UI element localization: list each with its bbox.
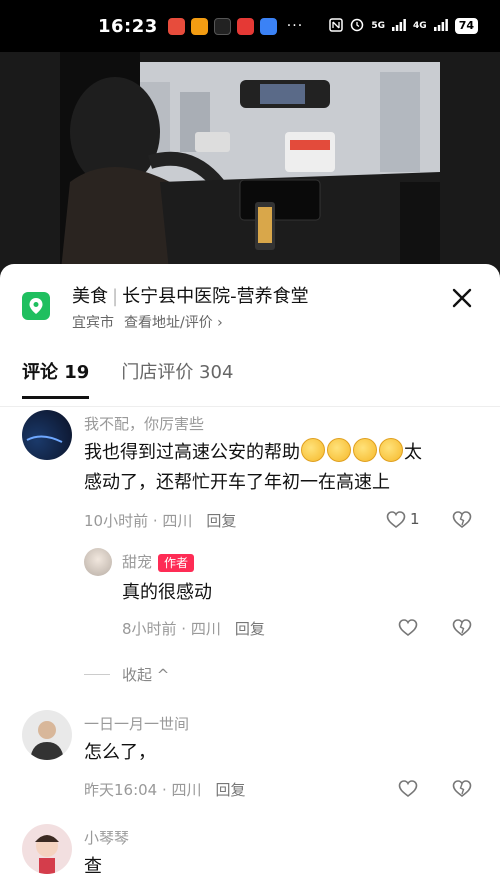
video-player[interactable] — [0, 52, 500, 280]
poi-subtitle: 宜宾市 查看地址/评价 › — [72, 312, 309, 332]
avatar[interactable] — [22, 824, 72, 874]
comment-meta: 昨天16:04 · 四川 回复 — [84, 779, 246, 800]
close-button[interactable] — [450, 286, 474, 310]
dislike-icon[interactable] — [452, 510, 472, 530]
signal-bars-icon — [392, 18, 406, 34]
comment-username: 甜宠 作者 — [122, 551, 195, 572]
signal-4g-icon: 4G — [413, 21, 427, 31]
video-frame — [0, 52, 500, 280]
like-heart-icon[interactable] — [398, 779, 418, 799]
poi-text: 美食 | 长宁县中医院-营养食堂 宜宾市 查看地址/评价 › — [72, 286, 309, 332]
comment-text-line: 感动了，还帮忙开车了年初一在高速上 — [84, 472, 390, 493]
signal-bars-icon — [433, 18, 448, 34]
comment-meta: 10小时前 · 四川 回复 — [84, 510, 236, 531]
comment-username[interactable]: 小琴琴 — [84, 827, 129, 848]
tab-store-reviews[interactable]: 门店评价 304 — [121, 358, 233, 399]
author-badge: 作者 — [158, 553, 195, 572]
comment-text-part: 我也得到过高速公安的帮助 — [84, 442, 300, 463]
avatar[interactable] — [22, 710, 72, 760]
reply-username[interactable]: 甜宠 — [122, 553, 152, 571]
comment-text: 查 — [84, 856, 102, 877]
reply-button[interactable]: 回复 — [235, 620, 265, 638]
more-notifications-icon: ··· — [286, 18, 304, 34]
poi-name: 长宁县中医院-营养食堂 — [122, 286, 309, 307]
tab-comments[interactable]: 评论 19 — [22, 358, 90, 399]
comment-username[interactable]: 一日一月一世间 — [84, 713, 189, 734]
touched-emoji-icon — [301, 438, 325, 462]
comment-username[interactable]: 我不配，你厉害些 — [84, 413, 204, 434]
comment-text: 真的很感动 — [122, 582, 212, 603]
poi-category: 美食 — [72, 286, 108, 307]
clock: 16:23 — [98, 15, 158, 37]
view-address-link[interactable]: 查看地址/评价 › — [124, 315, 223, 331]
avatar[interactable] — [84, 548, 112, 576]
comment-text-part: 太 — [404, 442, 422, 463]
poi-title: 美食 | 长宁县中医院-营养食堂 — [72, 286, 309, 308]
alarm-icon — [350, 18, 364, 35]
poi-city: 宜宾市 — [72, 315, 114, 331]
dislike-icon[interactable] — [452, 779, 472, 799]
comments-sheet: 美食 | 长宁县中医院-营养食堂 宜宾市 查看地址/评价 › 评论 19 门店评价 3… — [0, 264, 500, 880]
tab-bar: 评论 19 门店评价 304 — [22, 358, 233, 399]
comment-text: 我也得到过高速公安的帮助 太感动了，还帮忙开车了年初一在高速上 — [84, 438, 484, 498]
tab-divider — [0, 406, 500, 407]
dislike-icon[interactable] — [452, 618, 472, 638]
collapse-replies-button[interactable]: 收起 ^ — [84, 664, 169, 685]
app-notification-icon — [190, 17, 208, 35]
notification-icons: ··· — [167, 17, 304, 35]
like-count: 1 — [410, 510, 420, 528]
tiktok-icon — [213, 17, 231, 35]
poi-separator: | — [112, 286, 119, 307]
poi-header[interactable]: 美食 | 长宁县中医院-营养食堂 宜宾市 查看地址/评价 › — [22, 286, 309, 332]
collapse-label: 收起 ^ — [122, 666, 170, 684]
system-icons: 5G 4G 74 — [329, 17, 478, 35]
touched-emoji-icon — [327, 438, 351, 462]
reply-button[interactable]: 回复 — [216, 781, 246, 799]
app-notification-icon — [259, 17, 277, 35]
like-heart-icon[interactable] — [386, 510, 406, 530]
comment-time-location: 昨天16:04 · 四川 — [84, 781, 202, 799]
comment-text: 怎么了， — [84, 742, 156, 763]
close-icon — [452, 288, 472, 308]
comment-meta: 8小时前 · 四川 回复 — [122, 618, 265, 639]
signal-5g-icon: 5G — [371, 21, 386, 31]
location-pin-icon — [22, 292, 50, 320]
app-notification-icon — [167, 17, 185, 35]
touched-emoji-icon — [353, 438, 377, 462]
app-notification-icon — [236, 17, 254, 35]
like-heart-icon[interactable] — [398, 618, 418, 638]
reply-button[interactable]: 回复 — [206, 512, 236, 530]
touched-emoji-icon — [379, 438, 403, 462]
status-bar: 16:23 ··· 5G 4G 74 — [0, 0, 500, 52]
nfc-icon — [329, 17, 344, 35]
battery-indicator: 74 — [454, 18, 478, 34]
comment-time-location: 8小时前 · 四川 — [122, 620, 221, 638]
avatar[interactable] — [22, 410, 72, 460]
comment-time-location: 10小时前 · 四川 — [84, 512, 193, 530]
collapse-line — [84, 674, 110, 675]
